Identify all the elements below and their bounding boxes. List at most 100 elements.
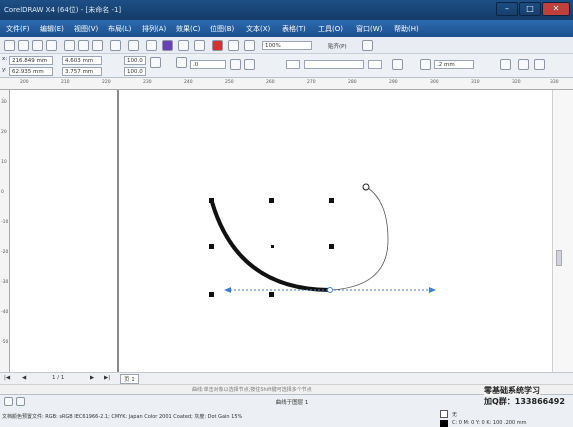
menu-layout[interactable]: 布局(L): [108, 24, 131, 34]
curve-node[interactable]: [327, 287, 333, 293]
outline-width-field[interactable]: .2 mm: [434, 60, 474, 69]
selection-handle[interactable]: [209, 244, 214, 249]
auto-close-icon[interactable]: [518, 59, 529, 70]
scale-y-field[interactable]: 100.0: [124, 67, 146, 76]
menu-tools[interactable]: 工具(O): [318, 24, 343, 34]
node-edit-icon[interactable]: [534, 59, 545, 70]
title-bar: CorelDRAW X4 (64位) - [未命名 -1] – □ ✕: [0, 0, 573, 20]
zoom-level-field[interactable]: 100%: [262, 41, 312, 50]
corel-connect-icon[interactable]: [162, 40, 173, 51]
color-profile-text[interactable]: 文档颜色预置文件: RGB: sRGB IEC61966-2.1; CMYK: …: [2, 413, 242, 420]
welcome-screen-icon[interactable]: [244, 40, 255, 51]
menu-file[interactable]: 文件(F): [6, 24, 30, 34]
y-label: y:: [2, 67, 7, 73]
page-next-icon[interactable]: ▶: [90, 375, 94, 381]
outline-pen-icon[interactable]: [420, 59, 431, 70]
cut-icon[interactable]: [64, 40, 75, 51]
undo-icon[interactable]: [110, 40, 121, 51]
open-icon[interactable]: [18, 40, 29, 51]
menu-view[interactable]: 视图(V): [74, 24, 98, 34]
horizontal-ruler[interactable]: 200 210 220 230 240 250 260 270 280 290 …: [0, 78, 573, 90]
scale-x-field[interactable]: 100.0: [124, 56, 146, 65]
maximize-button[interactable]: □: [519, 2, 541, 16]
ruler-tick: -40: [1, 310, 9, 315]
vertical-ruler[interactable]: 30 20 10 0 -10 -20 -30 -40 -50: [0, 90, 10, 372]
drawing-canvas[interactable]: [10, 90, 552, 372]
start-arrowhead-select[interactable]: [286, 60, 300, 69]
ruler-tick: 0: [1, 190, 4, 195]
menu-help[interactable]: 帮助(H): [394, 24, 419, 34]
zoom-status-icon[interactable]: [4, 397, 13, 406]
menu-table[interactable]: 表格(T): [282, 24, 306, 34]
mirror-horizontal-icon[interactable]: [230, 59, 241, 70]
control-handle-left[interactable]: [224, 287, 231, 293]
close-button[interactable]: ✕: [542, 2, 570, 16]
options-icon[interactable]: [362, 40, 373, 51]
ruler-tick: 30: [1, 100, 7, 105]
application-launcher-icon[interactable]: [228, 40, 239, 51]
hint-text: 曲线:单击对象以选择节点;按住Shift键可选择多个节点: [192, 387, 312, 393]
outline-swatch[interactable]: [440, 420, 448, 427]
selection-handle[interactable]: [329, 244, 334, 249]
selection-handle[interactable]: [269, 292, 274, 297]
width-field[interactable]: 4.603 mm: [62, 56, 102, 65]
import-icon[interactable]: [178, 40, 189, 51]
page-last-icon[interactable]: ▶|: [104, 375, 110, 381]
page-prev-icon[interactable]: ◀: [22, 375, 26, 381]
ruler-tick: -10: [1, 220, 9, 225]
snap-to-label[interactable]: 贴齐(P): [328, 42, 347, 50]
ruler-tick: 330: [550, 80, 559, 85]
menu-window[interactable]: 窗口(W): [356, 24, 382, 34]
lock-ratio-icon[interactable]: [150, 57, 161, 68]
ruler-tick: 270: [307, 80, 316, 85]
save-icon[interactable]: [32, 40, 43, 51]
menu-text[interactable]: 文本(X): [246, 24, 270, 34]
selection-handle[interactable]: [209, 198, 214, 203]
menu-bar: 文件(F) 编辑(E) 视图(V) 布局(L) 排列(A) 效果(C) 位图(B…: [0, 20, 573, 37]
page-first-icon[interactable]: |◀: [4, 375, 10, 381]
paste-icon[interactable]: [92, 40, 103, 51]
control-handle-right[interactable]: [429, 287, 436, 293]
export-icon[interactable]: [194, 40, 205, 51]
horizontal-scrollbar[interactable]: |◀ ◀ 1 / 1 ▶ ▶| 页 1: [0, 372, 573, 384]
rotate-icon[interactable]: [176, 57, 187, 68]
mirror-vertical-icon[interactable]: [244, 59, 255, 70]
ruler-tick: 300: [430, 80, 439, 85]
text-wrap-icon[interactable]: [392, 59, 403, 70]
selection-handle[interactable]: [329, 198, 334, 203]
ruler-tick: -30: [1, 280, 9, 285]
rotation-angle-field[interactable]: .0: [190, 60, 226, 69]
close-curve-icon[interactable]: [500, 59, 511, 70]
publish-pdf-icon[interactable]: [212, 40, 223, 51]
page-tab[interactable]: 页 1: [120, 374, 139, 384]
scroll-thumb[interactable]: [556, 250, 562, 266]
menu-bitmaps[interactable]: 位图(B): [210, 24, 234, 34]
line-style-select[interactable]: [304, 60, 364, 69]
x-position-field[interactable]: 216.849 mm: [9, 56, 53, 65]
menu-arrange[interactable]: 排列(A): [142, 24, 166, 34]
search-icon[interactable]: [146, 40, 157, 51]
end-arrowhead-select[interactable]: [368, 60, 382, 69]
menu-edit[interactable]: 编辑(E): [40, 24, 64, 34]
height-field[interactable]: 3.757 mm: [62, 67, 102, 76]
fill-swatch[interactable]: [440, 410, 448, 418]
selection-handle[interactable]: [269, 198, 274, 203]
vertical-scrollbar[interactable]: [552, 90, 573, 372]
menu-effects[interactable]: 效果(C): [176, 24, 200, 34]
y-position-field[interactable]: 62.935 mm: [9, 67, 53, 76]
redo-icon[interactable]: [128, 40, 139, 51]
x-label: x:: [2, 56, 8, 62]
standard-toolbar: 100% 贴齐(P): [0, 37, 573, 54]
fill-status: 无: [452, 412, 458, 418]
grid-status-icon[interactable]: [16, 397, 25, 406]
ruler-tick: 10: [1, 160, 7, 165]
center-marker: [271, 245, 274, 248]
copy-icon[interactable]: [78, 40, 89, 51]
outline-status: C: 0 M: 0 Y: 0 K: 100 .200 mm: [452, 420, 527, 426]
print-icon[interactable]: [46, 40, 57, 51]
minimize-button[interactable]: –: [496, 2, 518, 16]
new-document-icon[interactable]: [4, 40, 15, 51]
ruler-tick: 320: [512, 80, 521, 85]
selection-handle[interactable]: [209, 292, 214, 297]
window-title: CorelDRAW X4 (64位) - [未命名 -1]: [4, 6, 122, 14]
